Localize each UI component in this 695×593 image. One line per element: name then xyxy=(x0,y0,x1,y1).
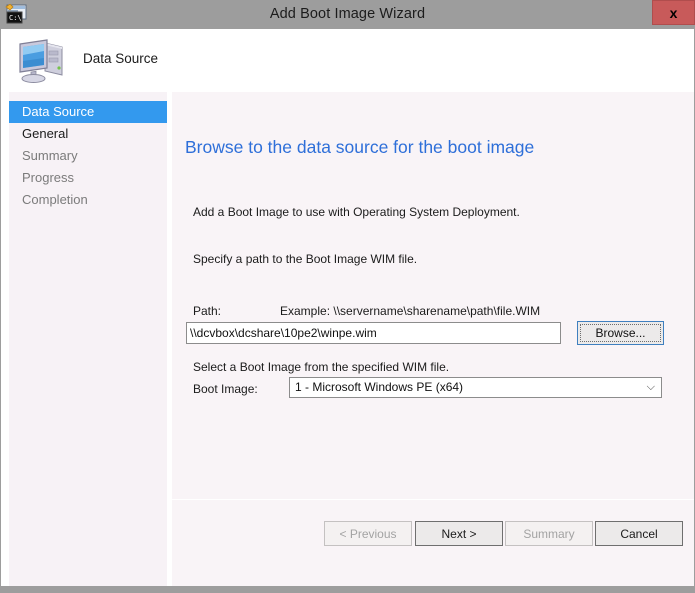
page-title: Data Source xyxy=(83,51,159,66)
intro-text: Add a Boot Image to use with Operating S… xyxy=(193,205,520,219)
path-input[interactable] xyxy=(186,322,561,344)
boot-image-selected-value: 1 - Microsoft Windows PE (x64) xyxy=(295,380,464,394)
wizard-content-panel: Browse to the data source for the boot i… xyxy=(172,92,694,499)
previous-button[interactable]: < Previous xyxy=(324,521,412,546)
sidebar-item-summary[interactable]: Summary xyxy=(9,145,167,167)
wizard-header: Data Source xyxy=(1,29,694,92)
instruction-text: Specify a path to the Boot Image WIM fil… xyxy=(193,252,418,266)
path-label: Path: xyxy=(193,304,222,318)
cancel-button[interactable]: Cancel xyxy=(595,521,683,546)
boot-image-label: Boot Image: xyxy=(193,382,258,396)
browse-button-label: Browse... xyxy=(580,324,661,342)
window-client-area: Data Source Data Source General Summary … xyxy=(1,29,694,586)
wizard-footer: < Previous Next > Summary Cancel xyxy=(172,500,694,586)
browse-button[interactable]: Browse... xyxy=(577,321,664,345)
title-bar: C:\ Add Boot Image Wizard x xyxy=(0,0,695,29)
wizard-step-list: Data Source General Summary Progress Com… xyxy=(9,92,167,586)
add-boot-image-wizard-window: C:\ Add Boot Image Wizard x Data Source … xyxy=(0,0,695,593)
boot-image-select[interactable]: 1 - Microsoft Windows PE (x64) ⌵ xyxy=(289,377,662,398)
boot-image-instruction-text: Select a Boot Image from the specified W… xyxy=(193,360,450,374)
close-icon[interactable]: x xyxy=(652,0,695,25)
summary-button[interactable]: Summary xyxy=(505,521,593,546)
computer-monitor-icon xyxy=(15,35,69,85)
path-example-text: Example: \\servername\sharename\path\fil… xyxy=(280,304,541,318)
next-button[interactable]: Next > xyxy=(415,521,503,546)
sidebar-item-general[interactable]: General xyxy=(9,123,167,145)
chevron-down-icon: ⌵ xyxy=(646,381,655,393)
sidebar-item-completion[interactable]: Completion xyxy=(9,189,167,211)
sidebar-item-data-source[interactable]: Data Source xyxy=(9,101,167,123)
window-title: Add Boot Image Wizard xyxy=(269,6,426,22)
content-heading: Browse to the data source for the boot i… xyxy=(185,137,535,157)
sidebar-item-progress[interactable]: Progress xyxy=(9,167,167,189)
